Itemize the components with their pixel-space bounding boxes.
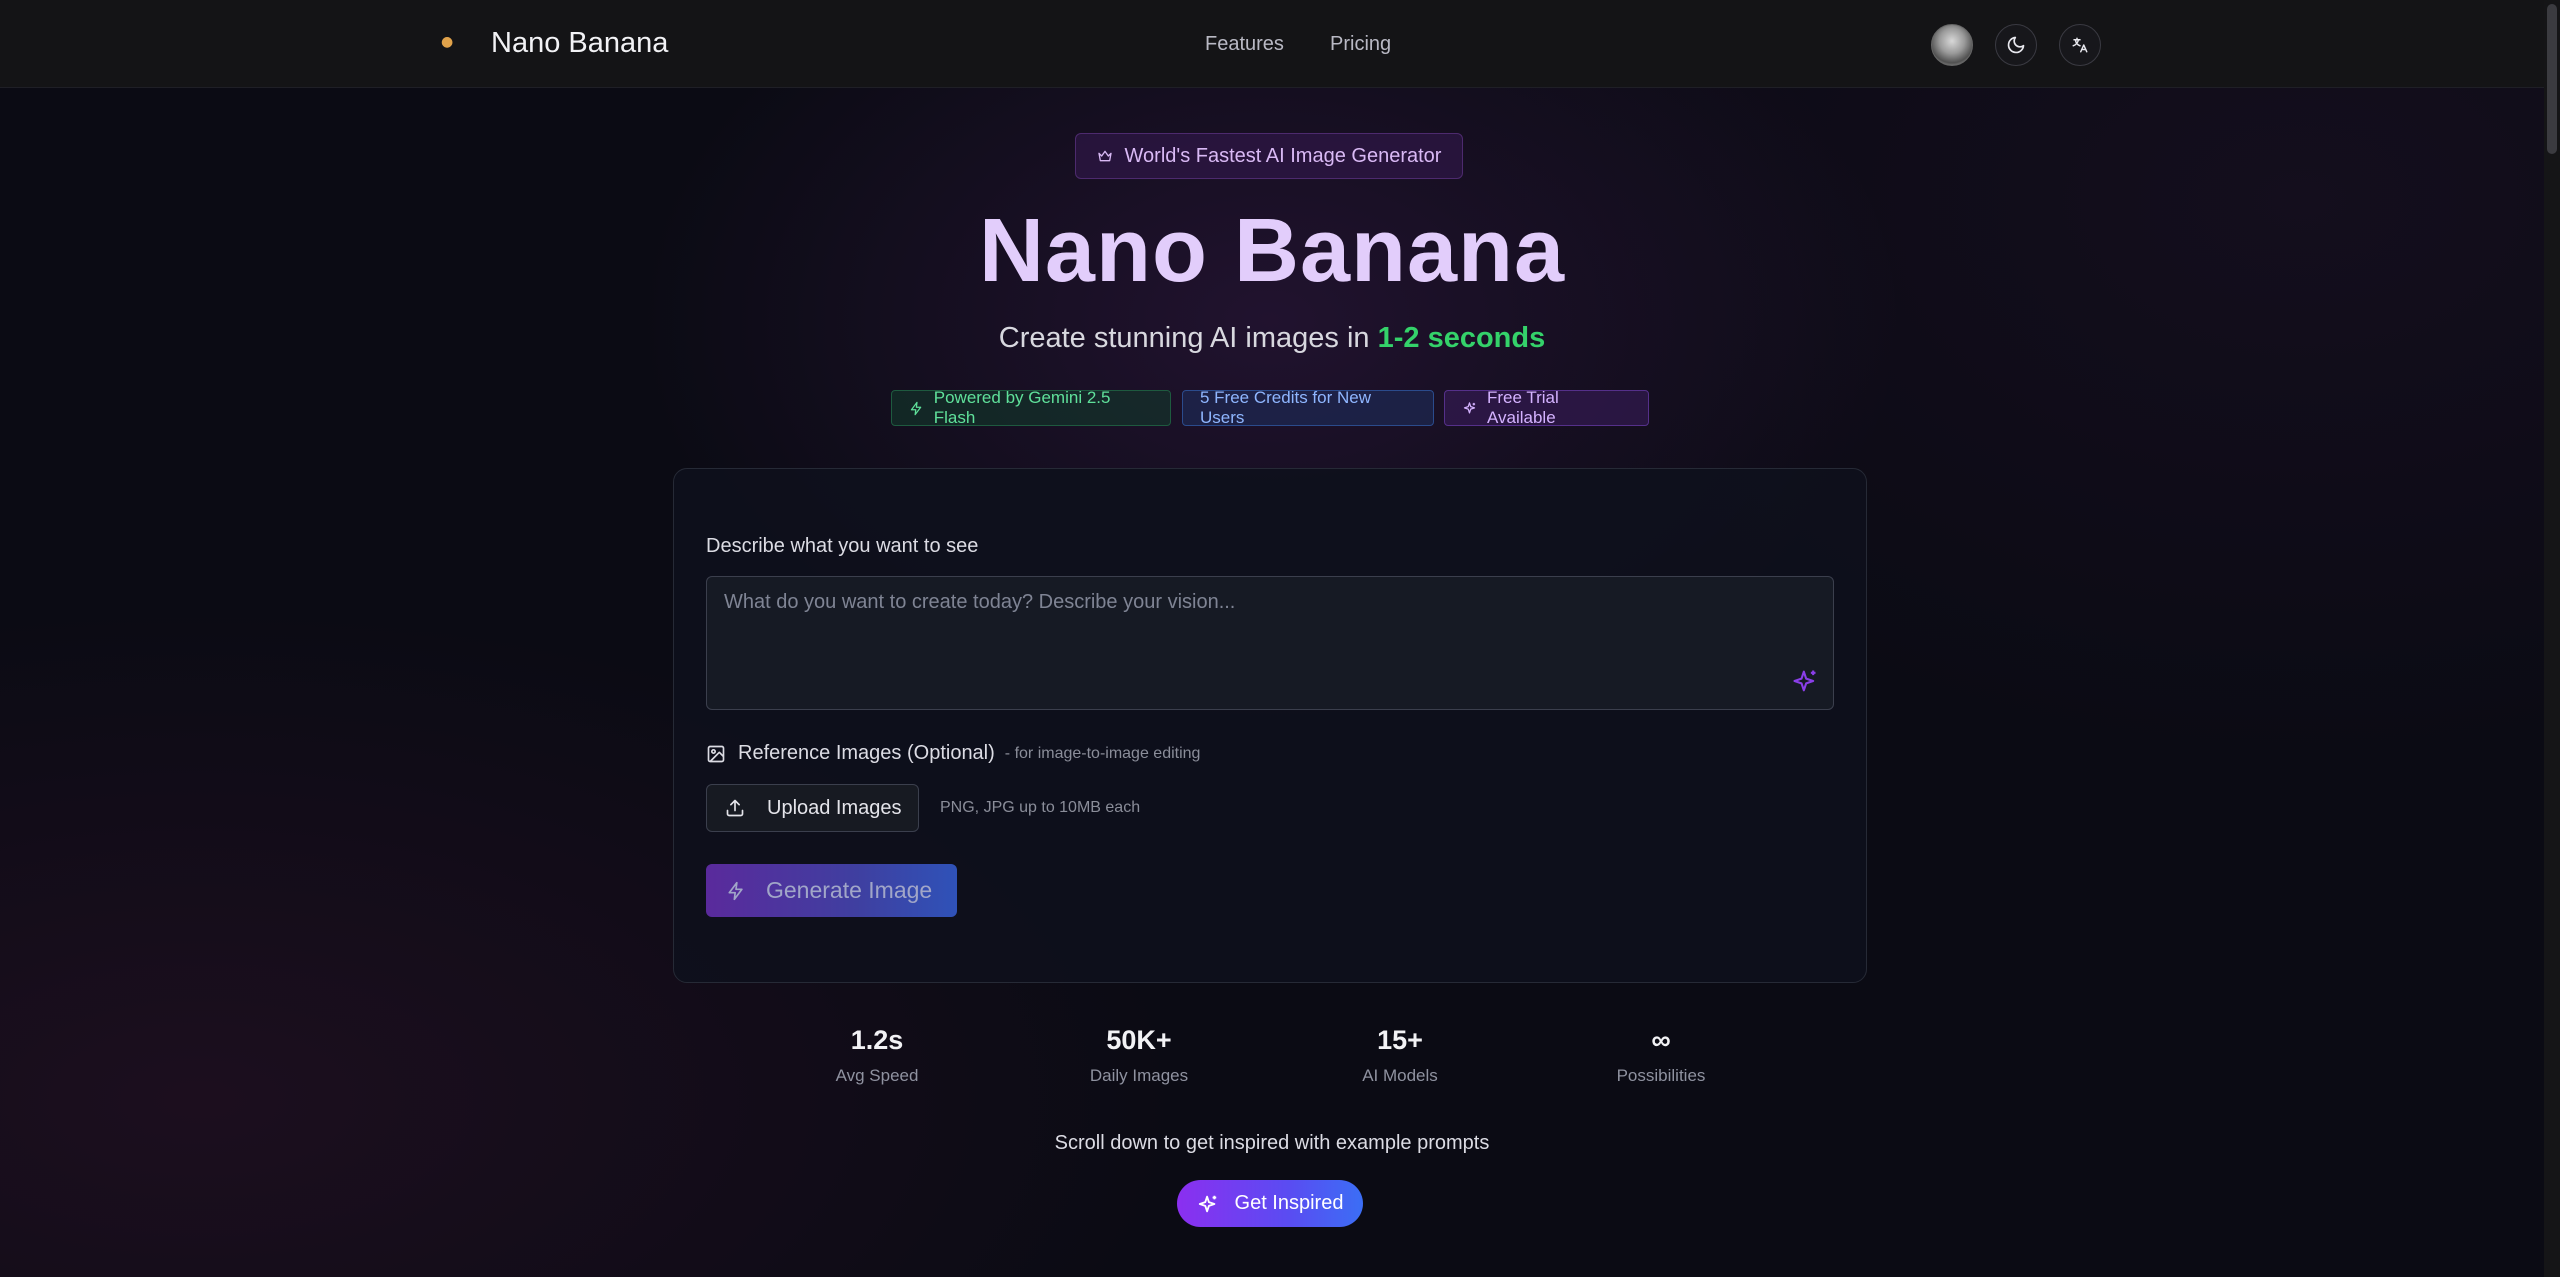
lightning-icon <box>728 881 743 900</box>
stat-value: 50K+ <box>1106 1025 1172 1055</box>
hero-subtitle-text: Create stunning AI images in <box>998 322 1378 354</box>
badge-credits-label: 5 Free Credits for New Users <box>1200 388 1371 427</box>
brand-name[interactable]: Nano Banana <box>491 27 668 60</box>
stat-daily-images: 50K+ Daily Images <box>1039 1025 1239 1086</box>
nav-features[interactable]: Features <box>1205 33 1284 56</box>
nav-pricing[interactable]: Pricing <box>1330 33 1391 56</box>
prompt-box <box>706 576 1834 710</box>
crown-icon <box>1097 150 1112 162</box>
hero-subtitle: Create stunning AI images in 1-2 seconds <box>0 322 2544 355</box>
upload-hint: PNG, JPG up to 10MB each <box>940 799 1141 816</box>
generator-card: Describe what you want to see Reference … <box>673 468 1867 983</box>
badge-gemini: Powered by Gemini 2.5 Flash <box>891 388 1171 427</box>
badge-free-trial-label: Free Trial Available <box>1486 388 1559 427</box>
theme-toggle-button[interactable] <box>1995 24 2037 66</box>
image-icon <box>707 745 725 762</box>
reference-images-hint: - for image-to-image editing <box>1004 744 1201 762</box>
stat-label: Daily Images <box>1089 1066 1189 1085</box>
hero-subtitle-highlight: 1-2 seconds <box>1377 322 1546 354</box>
moon-icon <box>2007 36 2025 54</box>
upload-images-label: Upload Images <box>767 796 902 819</box>
scrollbar-thumb[interactable] <box>2547 4 2557 154</box>
enhance-prompt-button[interactable] <box>1791 667 1819 695</box>
sparkle-icon <box>1198 1195 1216 1212</box>
badge-free-trial: Free Trial Available <box>1444 388 1649 427</box>
reference-images-label: Reference Images (Optional) <box>738 742 995 764</box>
stat-value: 15+ <box>1377 1025 1423 1055</box>
badge-gemini-label: Powered by Gemini 2.5 Flash <box>933 388 1111 427</box>
language-button[interactable] <box>2059 24 2101 66</box>
page-scrollbar[interactable] <box>2544 0 2560 1277</box>
reference-images-row: Reference Images (Optional) - for image-… <box>706 742 1200 765</box>
user-avatar[interactable] <box>1931 24 1973 66</box>
translate-icon <box>2072 37 2088 53</box>
sparkle-icon <box>1463 401 1476 413</box>
banana-logo-icon[interactable]: ● <box>441 34 453 52</box>
stat-possibilities: ∞ Possibilities <box>1561 1025 1761 1086</box>
prompt-input[interactable] <box>707 577 1833 709</box>
stat-value: ∞ <box>1651 1025 1671 1055</box>
get-inspired-button[interactable]: Get Inspired <box>1177 1180 1363 1227</box>
stat-label: Possibilities <box>1616 1066 1706 1085</box>
hero-tag: World's Fastest AI Image Generator <box>1075 133 1463 179</box>
stat-label: Avg Speed <box>835 1066 919 1085</box>
hero-title: Nano Banana <box>978 201 1566 301</box>
badge-credits: 5 Free Credits for New Users <box>1182 388 1434 427</box>
upload-icon <box>726 799 744 817</box>
lightning-icon <box>910 401 922 415</box>
stat-avg-speed: 1.2s Avg Speed <box>777 1025 977 1086</box>
upload-images-button[interactable]: Upload Images <box>706 784 919 832</box>
generate-image-label: Generate Image <box>766 877 933 903</box>
magic-sparkle-icon <box>1793 670 1816 692</box>
scroll-hint: Scroll down to get inspired with example… <box>1054 1132 1490 1154</box>
hero-tag-label: World's Fastest AI Image Generator <box>1124 144 1442 167</box>
generate-image-button[interactable]: Generate Image <box>706 864 957 917</box>
top-navbar: ● Nano Banana Features Pricing <box>0 0 2544 88</box>
stat-value: 1.2s <box>850 1025 904 1055</box>
get-inspired-label: Get Inspired <box>1234 1192 1344 1214</box>
stat-ai-models: 15+ AI Models <box>1300 1025 1500 1086</box>
stat-label: AI Models <box>1362 1066 1438 1085</box>
prompt-label: Describe what you want to see <box>706 535 979 557</box>
